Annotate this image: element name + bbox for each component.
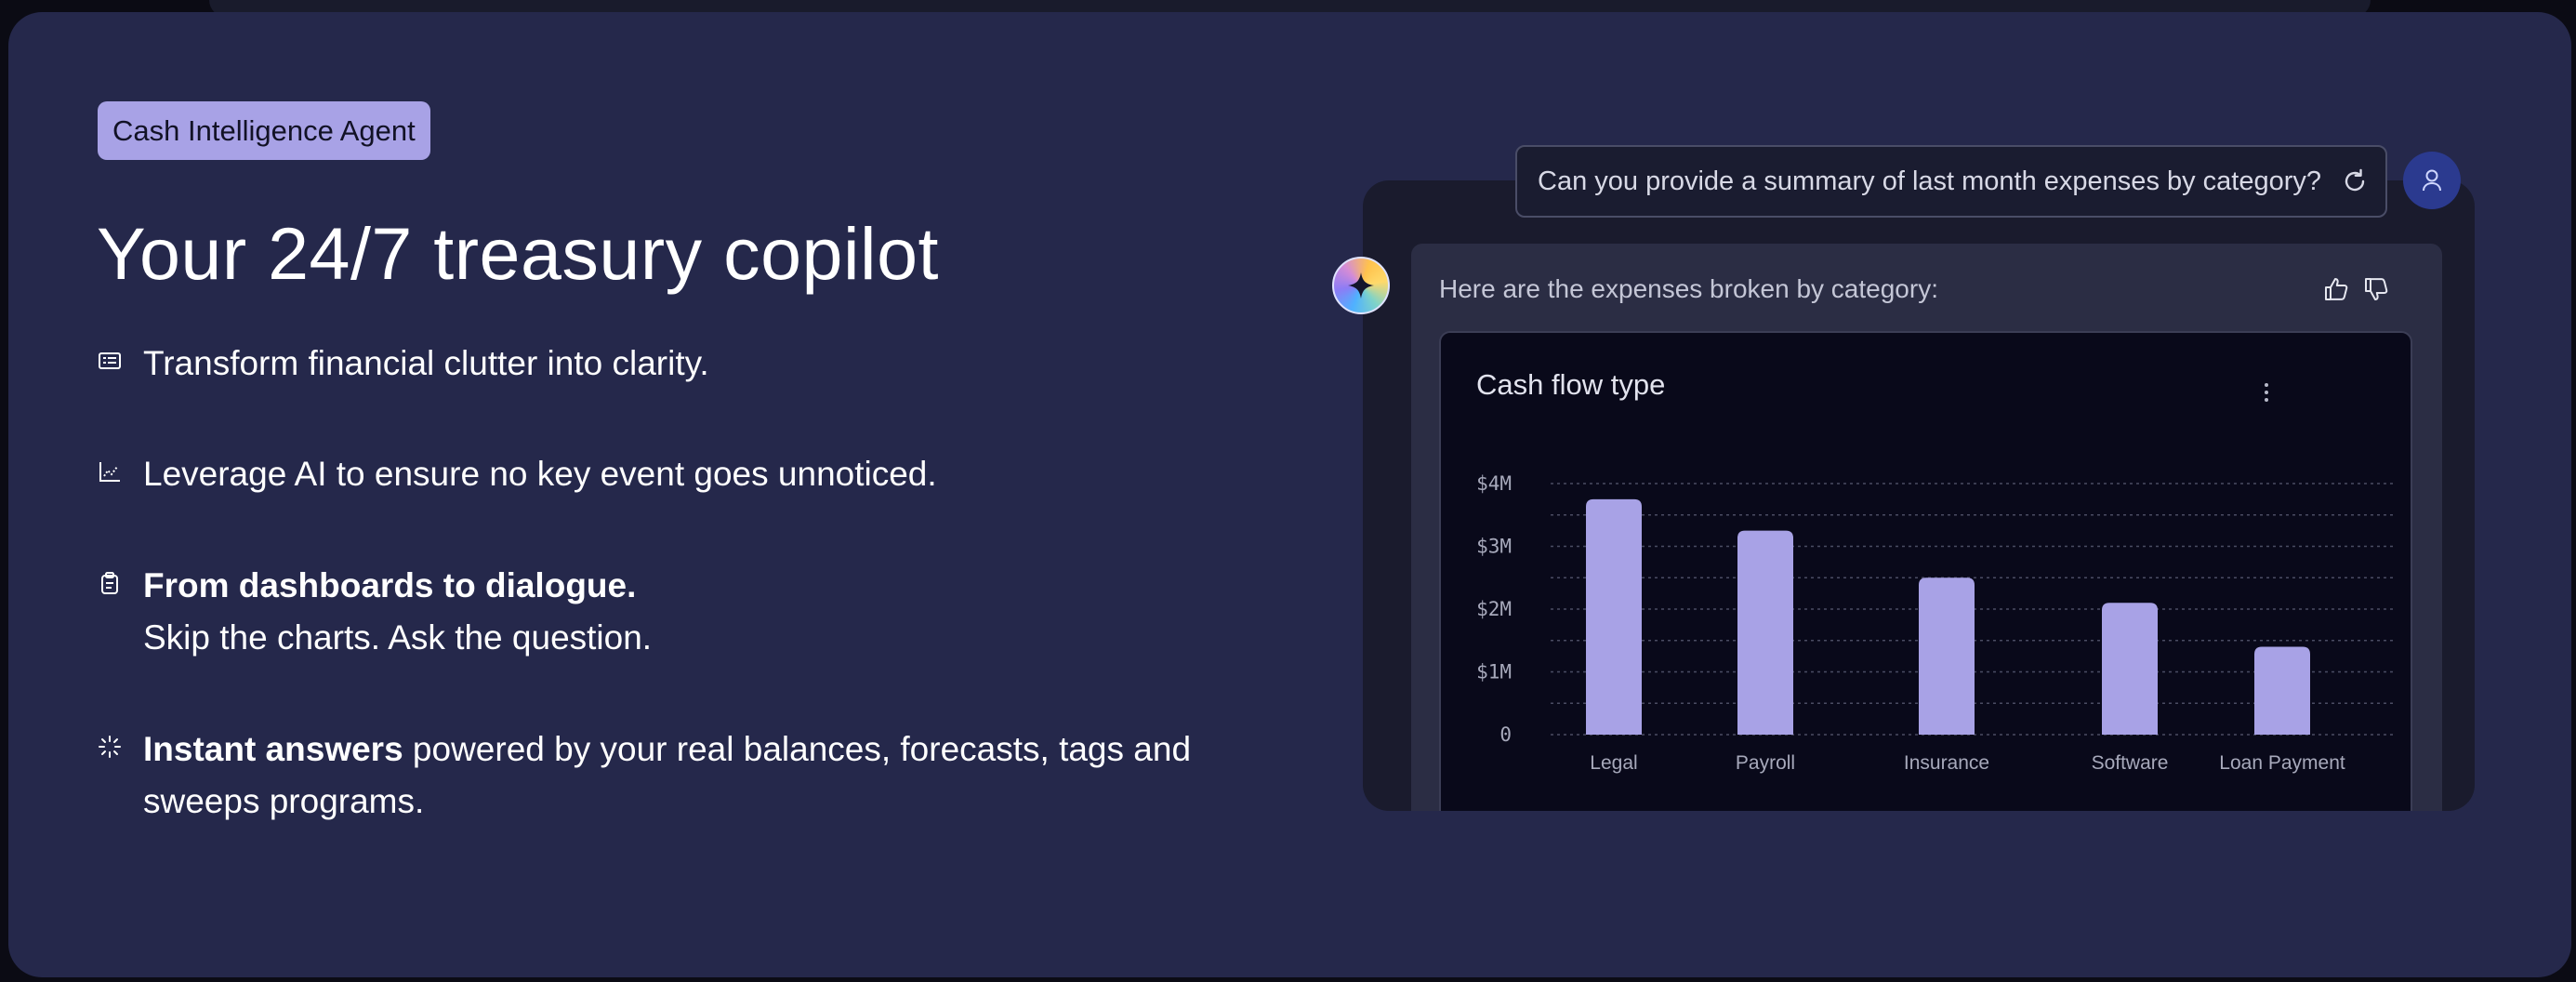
chart-card: Cash flow type 0 $1M $2M $3M $4M Legal Payroll… — [1439, 331, 2412, 811]
bar-loan-payment[interactable] — [2254, 646, 2310, 736]
user-prompt-bubble: Can you provide a summary of last month … — [1515, 145, 2387, 218]
list-icon — [99, 352, 121, 369]
x-tick-label: Software — [2092, 752, 2169, 774]
x-tick-label: Insurance — [1904, 752, 1989, 774]
feature-text: Transform financial clutter into clarity… — [143, 344, 709, 382]
x-tick-label: Legal — [1590, 752, 1637, 774]
clipboard-icon — [101, 572, 118, 594]
y-tick-label: $4M — [1476, 472, 1512, 495]
thumbs-down-icon[interactable] — [2362, 275, 2390, 303]
sparkle-icon — [1348, 272, 1374, 299]
x-tick-label: Payroll — [1736, 752, 1795, 774]
refresh-icon[interactable] — [2341, 167, 2369, 195]
ai-response-card: Here are the expenses broken by category… — [1411, 244, 2442, 811]
y-tick-label: $2M — [1476, 598, 1512, 620]
bar-chart: 0 $1M $2M $3M $4M Legal Payroll Insurance Softwa… — [1476, 472, 2394, 774]
feature-text: From dashboards to dialogue. Skip the cha… — [143, 566, 653, 657]
user-prompt-text: Can you provide a summary of last month … — [1538, 166, 2322, 196]
y-tick-label: $1M — [1476, 661, 1512, 683]
agent-badge: Cash Intelligence Agent — [98, 101, 430, 160]
sparkle-loader-icon — [99, 736, 121, 758]
bar-software[interactable] — [2102, 603, 2158, 735]
bar-insurance[interactable] — [1919, 577, 1975, 735]
ai-avatar — [1332, 257, 1390, 314]
chart-line-icon — [99, 462, 120, 482]
feature-text: Leverage AI to ensure no key event goes … — [143, 455, 937, 493]
page-title: Your 24/7 treasury copilot — [97, 212, 939, 295]
user-icon — [2423, 169, 2441, 192]
thumbs-up-icon[interactable] — [2322, 275, 2350, 303]
user-avatar — [2403, 152, 2461, 209]
x-tick-label: Loan Payment — [2219, 752, 2345, 774]
bar-legal[interactable] — [1586, 498, 1642, 735]
feature-text: Instant answers powered by your real bal… — [143, 730, 1192, 820]
bar-payroll[interactable] — [1737, 530, 1793, 735]
ai-response-text: Here are the expenses broken by category… — [1439, 274, 1938, 303]
y-tick-label: $3M — [1476, 536, 1512, 558]
y-tick-label: 0 — [1499, 723, 1512, 746]
